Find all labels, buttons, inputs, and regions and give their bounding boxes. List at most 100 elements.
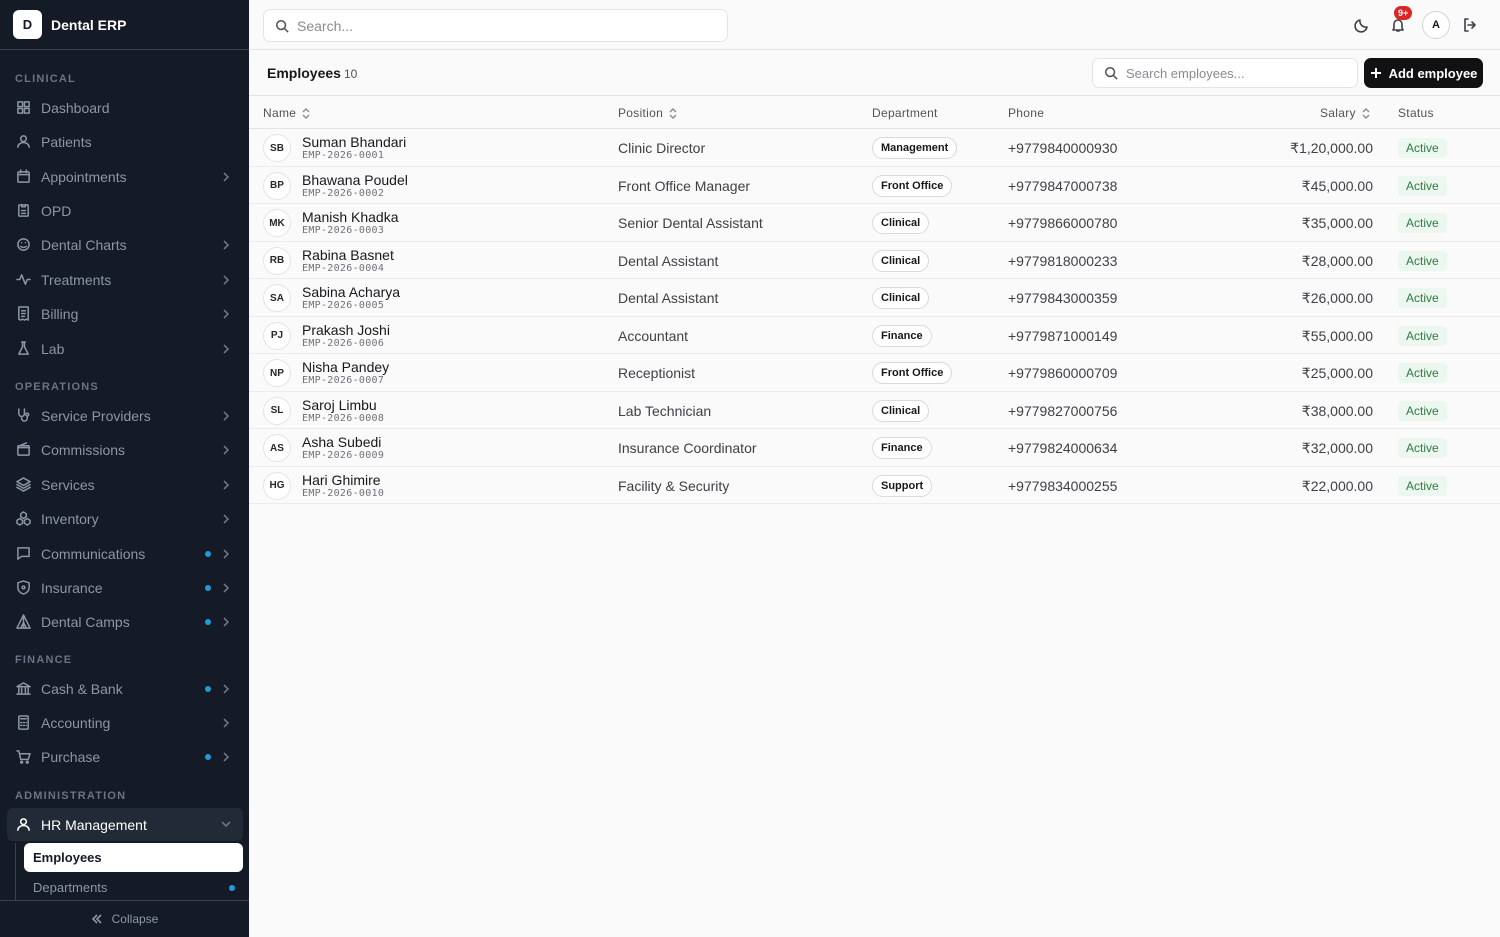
section-title-operations: OPERATIONS <box>15 381 99 393</box>
sidebar-item-lab[interactable]: Lab <box>7 333 243 364</box>
employee-name[interactable]: Rabina Basnet <box>302 247 394 263</box>
status-badge: Active <box>1398 363 1447 383</box>
sidebar-item-cash-bank[interactable]: Cash & Bank <box>7 673 243 704</box>
department-badge: Clinical <box>872 399 930 422</box>
user-avatar[interactable]: A <box>1422 11 1450 39</box>
employee-count: 10 <box>344 67 358 81</box>
sort-icon <box>1362 107 1370 119</box>
sidebar-item-commissions[interactable]: Commissions <box>7 434 243 465</box>
sidebar-item-accounting[interactable]: Accounting <box>7 707 243 738</box>
table-row[interactable]: HG Hari Ghimire EMP-2026-0010 Facility &… <box>249 467 1500 504</box>
stethoscope-icon <box>16 408 31 423</box>
sidebar-item-opd[interactable]: OPD <box>7 195 243 226</box>
sidebar-item-insurance[interactable]: Insurance <box>7 572 243 603</box>
sidebar-item-billing[interactable]: Billing <box>7 298 243 329</box>
employee-search[interactable] <box>1092 58 1358 88</box>
notification-badge: 9+ <box>1394 6 1413 20</box>
sidebar-item-communications[interactable]: Communications <box>7 538 243 569</box>
employees-table: Name Position Department Phone Salary St… <box>249 96 1500 504</box>
sidebar-item-dental-camps[interactable]: Dental Camps <box>7 606 243 637</box>
chevron-right-icon <box>220 238 232 250</box>
sidebar-subitem-label: Employees <box>33 850 102 865</box>
employee-phone: +9779818000233 <box>1008 252 1118 269</box>
table-row[interactable]: SA Sabina Acharya EMP-2026-0005 Dental A… <box>249 279 1500 317</box>
employee-salary: ₹45,000.00 <box>1301 177 1373 194</box>
sidebar-item-label: Insurance <box>41 579 103 596</box>
employee-name[interactable]: Bhawana Poudel <box>302 172 408 188</box>
sidebar-subitem-departments[interactable]: Departments <box>24 873 243 902</box>
sidebar-item-dental-charts[interactable]: Dental Charts <box>7 229 243 260</box>
logout-icon <box>1464 18 1476 32</box>
department-badge: Support <box>872 474 933 497</box>
user-icon <box>16 134 31 149</box>
sidebar-item-label: Services <box>41 476 95 493</box>
table-row[interactable]: RB Rabina Basnet EMP-2026-0004 Dental As… <box>249 242 1500 279</box>
table-row[interactable]: BP Bhawana Poudel EMP-2026-0002 Front Of… <box>249 167 1500 204</box>
employee-position: Accountant <box>618 327 689 344</box>
employee-name[interactable]: Asha Subedi <box>302 434 381 450</box>
employee-code: EMP-2026-0009 <box>302 450 385 461</box>
employee-avatar: RB <box>263 246 291 275</box>
department-badge: Clinical <box>872 212 930 234</box>
column-header-salary[interactable]: Salary <box>1320 106 1370 120</box>
employee-name[interactable]: Prakash Joshi <box>302 322 390 338</box>
table-row[interactable]: NP Nisha Pandey EMP-2026-0007 Receptioni… <box>249 354 1500 392</box>
employee-name[interactable]: Hari Ghimire <box>302 472 381 488</box>
logout-button[interactable] <box>1460 15 1480 35</box>
column-label: Status <box>1398 106 1434 120</box>
employee-salary: ₹25,000.00 <box>1301 365 1373 381</box>
sidebar-subitem-employees[interactable]: Employees <box>24 843 243 872</box>
employee-salary: ₹22,000.00 <box>1301 477 1373 494</box>
table-row[interactable]: MK Manish Khadka EMP-2026-0003 Senior De… <box>249 204 1500 242</box>
sidebar-item-purchase[interactable]: Purchase <box>7 741 243 772</box>
sidebar-item-dashboard[interactable]: Dashboard <box>7 92 243 123</box>
chevron-right-icon <box>220 682 232 694</box>
employee-name[interactable]: Suman Bhandari <box>302 134 406 150</box>
employee-search-input[interactable] <box>1126 65 1346 81</box>
employee-avatar: SL <box>263 396 291 425</box>
chevron-right-icon <box>220 342 232 354</box>
collapse-sidebar-button[interactable]: Collapse <box>0 900 249 937</box>
top-bar: 9+ A <box>249 0 1500 50</box>
brand[interactable]: D Dental ERP <box>0 0 249 50</box>
status-badge: Active <box>1398 138 1447 158</box>
employee-name[interactable]: Manish Khadka <box>302 209 399 225</box>
table-header: Name Position Department Phone Salary St… <box>249 96 1500 129</box>
chevron-right-icon <box>220 307 232 319</box>
sidebar-item-service-providers[interactable]: Service Providers <box>7 400 243 431</box>
sidebar-subitem-label: Departments <box>33 880 108 895</box>
column-header-position[interactable]: Position <box>618 106 677 120</box>
sidebar-item-appointments[interactable]: Appointments <box>7 161 243 192</box>
employee-name[interactable]: Saroj Limbu <box>302 397 377 413</box>
employee-name[interactable]: Nisha Pandey <box>302 359 389 375</box>
chevron-right-icon <box>220 170 232 182</box>
employee-name[interactable]: Sabina Acharya <box>302 284 400 300</box>
sidebar-item-services[interactable]: Services <box>7 469 243 500</box>
sidebar-item-hr-management[interactable]: HR Management <box>7 808 243 841</box>
table-row[interactable]: AS Asha Subedi EMP-2026-0009 Insurance C… <box>249 429 1500 467</box>
activity-icon <box>16 272 31 287</box>
table-row[interactable]: SB Suman Bhandari EMP-2026-0001 Clinic D… <box>249 129 1500 167</box>
sidebar-item-inventory[interactable]: Inventory <box>7 503 243 534</box>
chevron-right-icon <box>220 273 232 285</box>
table-row[interactable]: SL Saroj Limbu EMP-2026-0008 Lab Technic… <box>249 392 1500 429</box>
theme-toggle-button[interactable] <box>1352 15 1372 35</box>
global-search[interactable] <box>263 9 728 42</box>
employee-phone: +9779824000634 <box>1008 440 1118 456</box>
global-search-input[interactable] <box>297 17 717 34</box>
add-employee-button[interactable]: Add employee <box>1364 58 1483 88</box>
employee-avatar: BP <box>263 171 291 200</box>
sidebar-item-treatments[interactable]: Treatments <box>7 264 243 295</box>
employee-avatar: HG <box>263 471 291 500</box>
column-label: Department <box>872 106 938 120</box>
sidebar-item-label: Treatments <box>41 271 112 288</box>
brand-logo: D <box>13 10 42 39</box>
column-header-name[interactable]: Name <box>263 106 310 120</box>
plus-icon <box>1370 68 1381 78</box>
add-employee-label: Add employee <box>1388 65 1478 81</box>
employee-salary: ₹32,000.00 <box>1301 440 1373 456</box>
employee-code: EMP-2026-0004 <box>302 262 385 274</box>
table-row[interactable]: PJ Prakash Joshi EMP-2026-0006 Accountan… <box>249 317 1500 354</box>
sidebar-item-patients[interactable]: Patients <box>7 126 243 157</box>
employee-code: EMP-2026-0002 <box>302 187 385 199</box>
